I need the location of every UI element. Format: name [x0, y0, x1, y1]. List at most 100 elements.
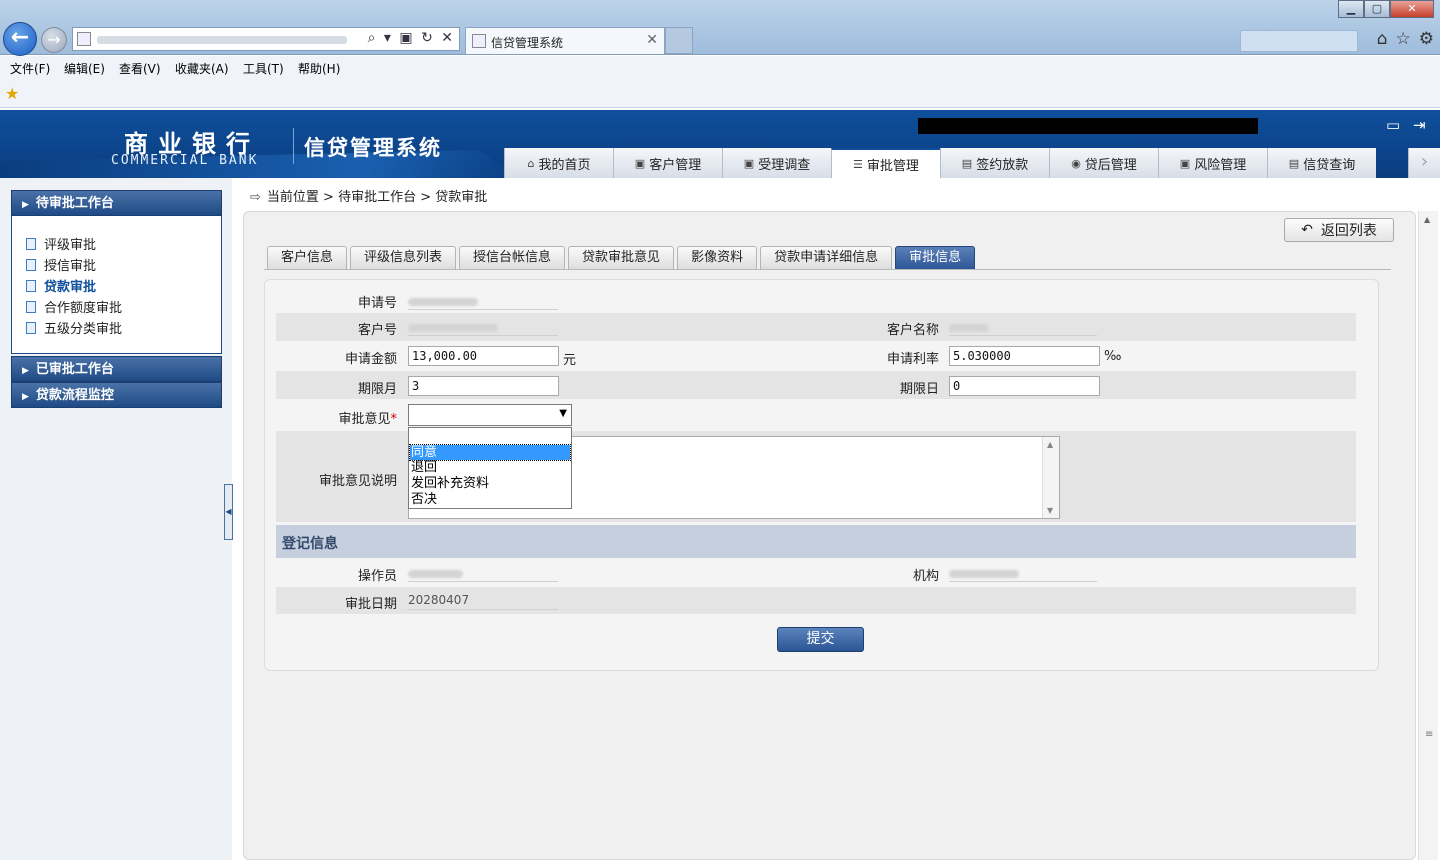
opinion-option-approve[interactable]: 同意: [409, 444, 571, 461]
monitor-icon[interactable]: ▭: [1386, 116, 1400, 134]
window-close-button[interactable]: ✕: [1390, 0, 1434, 18]
breadcrumb-text: 当前位置 > 待审批工作台 > 贷款审批: [266, 190, 488, 205]
registration-title: 登记信息: [282, 536, 338, 552]
undo-arrow-icon: ↶: [1301, 222, 1313, 238]
operator-label: 操作员: [357, 569, 397, 584]
sidebar-section-label: 已审批工作台: [35, 362, 114, 377]
sidebar-link-five-level[interactable]: 五级分类审批: [26, 318, 122, 337]
tab-title: 信贷管理系统: [491, 36, 564, 50]
term-month-input[interactable]: [408, 376, 559, 396]
dropdown-arrow-icon: ▼: [559, 408, 567, 419]
nav-label: 客户管理: [649, 157, 702, 173]
page-icon: [77, 32, 91, 46]
tab-image-docs[interactable]: 影像资料: [677, 246, 758, 270]
system-title: 信贷管理系统: [304, 136, 442, 160]
header-divider: [293, 128, 294, 164]
opinion-option-empty[interactable]: [410, 429, 570, 444]
sidebar-section-pending[interactable]: ▶ 待审批工作台: [11, 190, 222, 216]
breadcrumb: ⇨ 当前位置 > 待审批工作台 > 贷款审批: [250, 186, 487, 205]
menu-tools[interactable]: 工具(T): [243, 60, 284, 77]
submit-button[interactable]: 提交: [777, 627, 864, 652]
tab-rating-list[interactable]: 评级信息列表: [350, 246, 457, 270]
approval-icon: ☰: [853, 157, 863, 171]
browser-toolbar-icons: ⌂ ☆ ⚙: [1377, 29, 1434, 49]
sidebar-link-loan[interactable]: 贷款审批: [26, 276, 96, 295]
approval-date-value: 20280407: [408, 592, 558, 610]
opinion-select[interactable]: ▼: [408, 404, 572, 426]
logout-icon[interactable]: ⇥: [1413, 116, 1426, 134]
nav-survey[interactable]: ▣ 受理调查: [722, 148, 831, 178]
menu-edit[interactable]: 编辑(E): [64, 60, 105, 77]
document-icon: [26, 280, 36, 292]
sidebar-pending-panel: 评级审批 授信审批 贷款审批 合作额度审批 五级分类审批: [11, 216, 222, 354]
nav-label: 风险管理: [1194, 157, 1247, 173]
caret-right-icon: ▶: [22, 392, 29, 402]
amount-label: 申请金额: [344, 352, 397, 367]
query-icon: ▤: [1288, 156, 1300, 170]
tab-loan-details[interactable]: 贷款申请详细信息: [760, 246, 893, 270]
address-tools-icon[interactable]: ⌕ ▾ ▣ ↻ ✕: [368, 30, 455, 46]
home-icon[interactable]: ⌂: [1377, 29, 1388, 49]
nav-query[interactable]: ▤ 信贷查询: [1267, 148, 1376, 178]
nav-customer[interactable]: ▣ 客户管理: [613, 148, 722, 178]
document-icon: [26, 238, 36, 250]
application-no-value: [408, 292, 558, 310]
nav-home[interactable]: ⌂ 我的首页: [504, 148, 613, 178]
scroll-down-icon[interactable]: ▼: [1047, 506, 1053, 515]
tab-approval-info[interactable]: 审批信息: [895, 246, 976, 270]
opinion-option-return[interactable]: 退回: [410, 460, 570, 475]
required-mark: *: [390, 412, 398, 427]
tab-loan-opinion[interactable]: 贷款审批意见: [568, 246, 675, 270]
caret-right-icon: ▶: [22, 200, 29, 210]
sidebar-section-monitor[interactable]: ▶ 贷款流程监控: [11, 382, 222, 408]
customer-no-label: 客户号: [357, 323, 397, 338]
menu-view[interactable]: 查看(V): [119, 60, 161, 77]
nav-contract[interactable]: ▤ 签约放款: [940, 148, 1049, 178]
location-icon: ⇨: [250, 190, 261, 205]
opinion-option-reject[interactable]: 否决: [410, 492, 570, 507]
back-to-list-button[interactable]: ↶ 返回列表: [1284, 218, 1394, 242]
sidebar-collapse-handle[interactable]: ◀: [224, 484, 233, 540]
scroll-up-icon[interactable]: ▲: [1424, 215, 1430, 224]
amount-input[interactable]: [408, 346, 559, 366]
page-scrollbar[interactable]: ▲ ≡: [1418, 211, 1438, 860]
window-minimize-button[interactable]: ▁: [1338, 0, 1364, 18]
tab-credit-ledger[interactable]: 授信台帐信息: [459, 246, 566, 270]
menu-help[interactable]: 帮助(H): [298, 60, 340, 77]
document-icon: [26, 259, 36, 271]
opinion-option-supplement[interactable]: 发回补充资料: [410, 476, 570, 491]
detail-tabs: 客户信息 评级信息列表 授信台帐信息 贷款审批意见 影像资料 贷款申请详细信息 …: [267, 246, 976, 270]
new-tab-button[interactable]: [665, 27, 693, 54]
nav-risk[interactable]: ▣ 风险管理: [1158, 148, 1267, 178]
address-bar[interactable]: ⌕ ▾ ▣ ↻ ✕: [72, 27, 460, 51]
browser-tab-active[interactable]: 信贷管理系统 ✕: [465, 27, 665, 54]
sidebar-section-approved[interactable]: ▶ 已审批工作台: [11, 356, 222, 382]
nav-postloan[interactable]: ◉ 贷后管理: [1049, 148, 1158, 178]
sidebar-link-credit[interactable]: 授信审批: [26, 255, 96, 274]
tab-customer-info[interactable]: 客户信息: [267, 246, 348, 270]
scroll-up-icon[interactable]: ▲: [1047, 440, 1053, 449]
textarea-scrollbar[interactable]: ▲ ▼: [1042, 437, 1059, 518]
browser-back-button[interactable]: ←: [3, 22, 37, 56]
sidebar-link-rating[interactable]: 评级审批: [26, 234, 96, 253]
rate-input[interactable]: [949, 346, 1100, 366]
tab-close-icon[interactable]: ✕: [646, 32, 658, 48]
sidebar-link-coop-quota[interactable]: 合作额度审批: [26, 297, 122, 316]
term-day-input[interactable]: [949, 376, 1100, 396]
sidebar-link-label: 贷款审批: [44, 280, 97, 295]
menu-file[interactable]: 文件(F): [10, 60, 50, 77]
browser-forward-button[interactable]: →: [41, 27, 67, 53]
window-maximize-button[interactable]: ▢: [1364, 0, 1390, 18]
opinion-label: 审批意见*: [277, 408, 397, 427]
nav-approval[interactable]: ☰ 审批管理: [831, 148, 940, 178]
menu-favorites[interactable]: 收藏夹(A): [175, 60, 229, 77]
settings-gear-icon[interactable]: ⚙: [1419, 29, 1434, 49]
scroll-grip-icon[interactable]: ≡: [1425, 729, 1433, 740]
browser-menubar: 文件(F) 编辑(E) 查看(V) 收藏夹(A) 工具(T) 帮助(H): [0, 56, 1440, 80]
browser-search-box[interactable]: [1240, 30, 1358, 52]
favorites-star-icon[interactable]: ☆: [1396, 29, 1411, 49]
nav-label: 签约放款: [976, 157, 1029, 173]
nav-scroll-right-icon[interactable]: ›: [1408, 148, 1440, 178]
favorites-add-icon[interactable]: ★: [5, 84, 19, 103]
sidebar-link-label: 授信审批: [44, 259, 97, 274]
